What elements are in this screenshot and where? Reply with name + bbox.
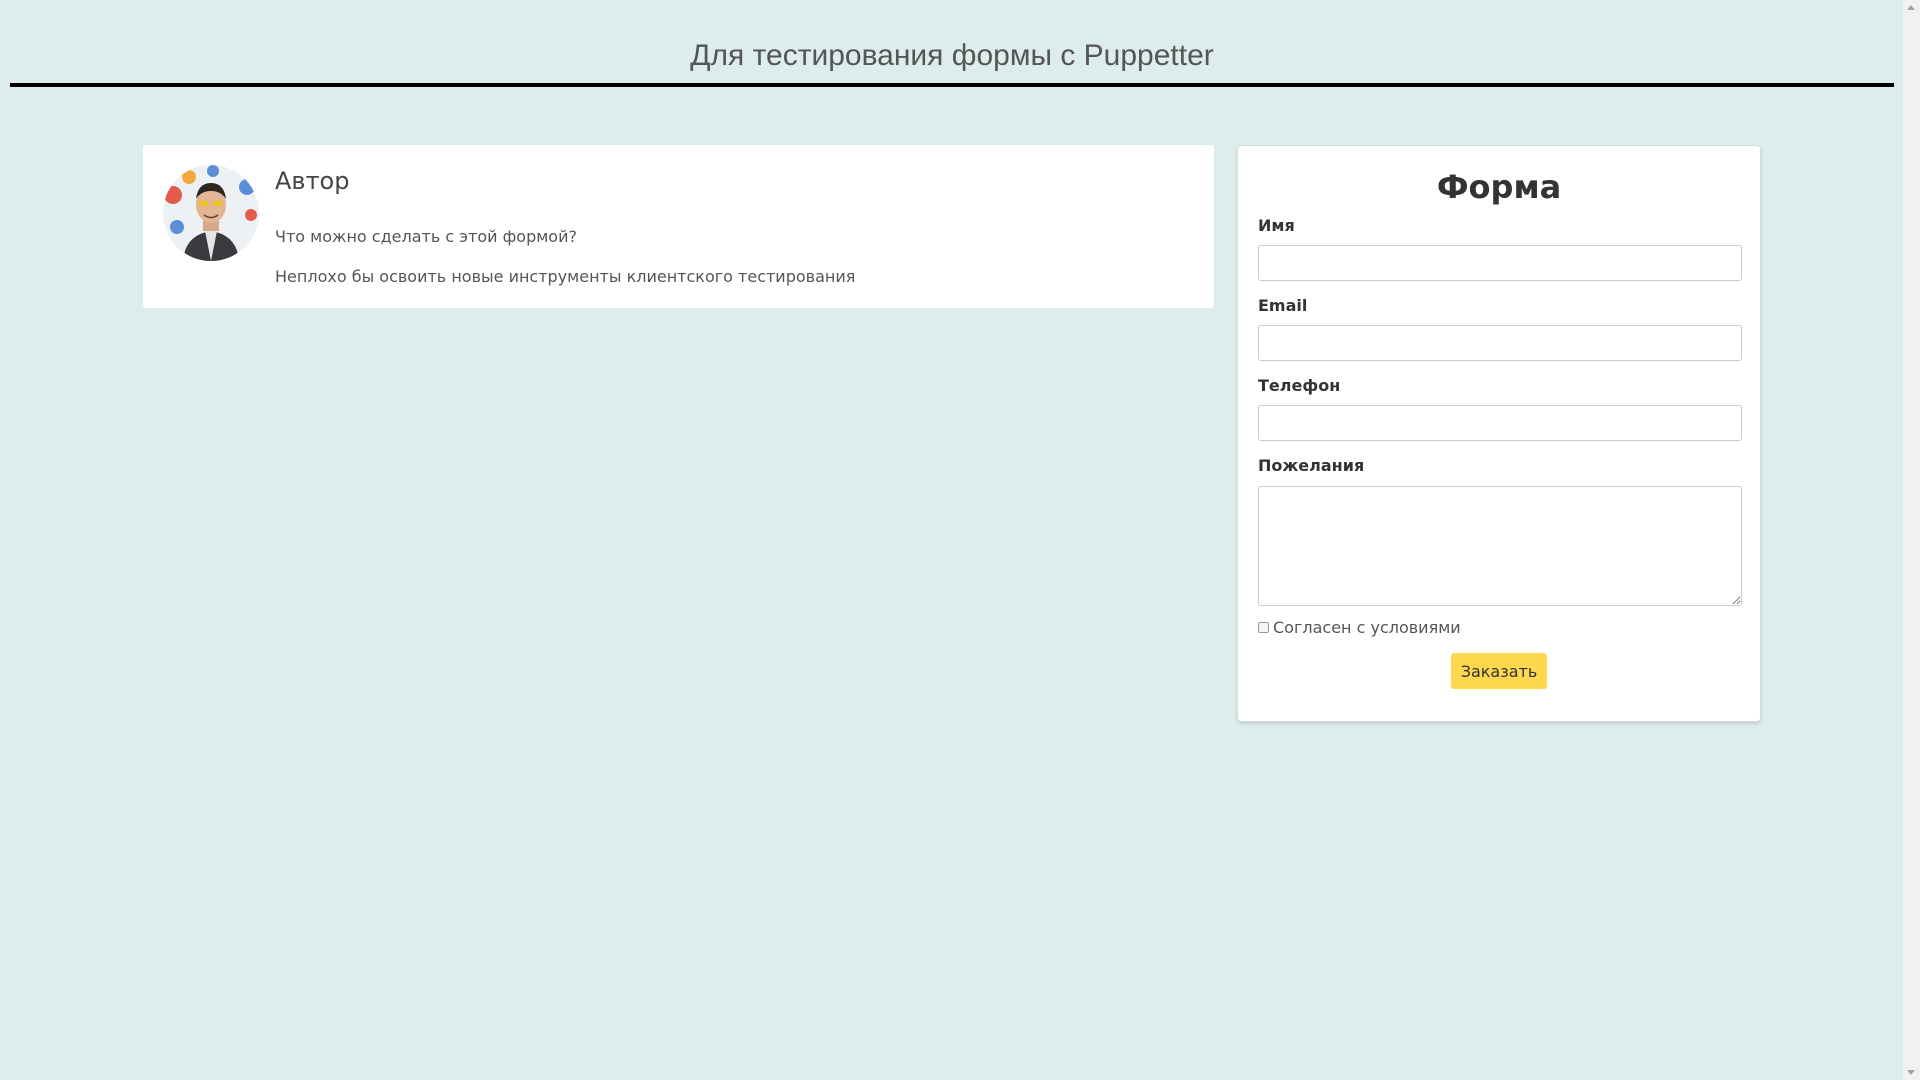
- avatar-photo: [163, 165, 259, 261]
- phone-label: Телефон: [1258, 376, 1341, 395]
- name-label: Имя: [1258, 216, 1295, 235]
- phone-input[interactable]: [1258, 405, 1742, 441]
- name-input[interactable]: [1258, 245, 1742, 281]
- author-question: Что можно сделать с этой формой?: [275, 227, 577, 246]
- page-title: Для тестирования формы с Puppetter: [690, 39, 1214, 72]
- author-card: Автор Что можно сделать с этой формой? Н…: [143, 145, 1214, 308]
- page-header: Для тестирования формы с Puppetter: [10, 0, 1894, 88]
- consent-row: Согласен с условиями: [1258, 618, 1461, 637]
- author-avatar: [163, 165, 259, 261]
- email-input[interactable]: [1258, 325, 1742, 361]
- consent-label[interactable]: Согласен с условиями: [1273, 618, 1461, 637]
- order-form: Форма Имя Email Телефон Пожелания Соглас…: [1237, 145, 1761, 722]
- submit-order-button[interactable]: Заказать: [1451, 653, 1547, 689]
- email-label: Email: [1258, 296, 1308, 315]
- wishes-textarea[interactable]: [1258, 486, 1742, 606]
- vertical-scrollbar[interactable]: [1903, 0, 1920, 1080]
- wishes-label: Пожелания: [1258, 456, 1365, 475]
- page: Для тестирования формы с Puppetter Автор…: [0, 0, 1920, 1080]
- form-title: Форма: [1436, 168, 1562, 206]
- scroll-down-icon[interactable]: [1907, 1070, 1915, 1075]
- header-divider: [10, 83, 1894, 87]
- author-answer: Неплохо бы освоить новые инструменты кли…: [275, 267, 856, 286]
- consent-checkbox[interactable]: [1258, 622, 1269, 633]
- scroll-up-icon[interactable]: [1907, 5, 1915, 10]
- author-name: Автор: [275, 167, 350, 195]
